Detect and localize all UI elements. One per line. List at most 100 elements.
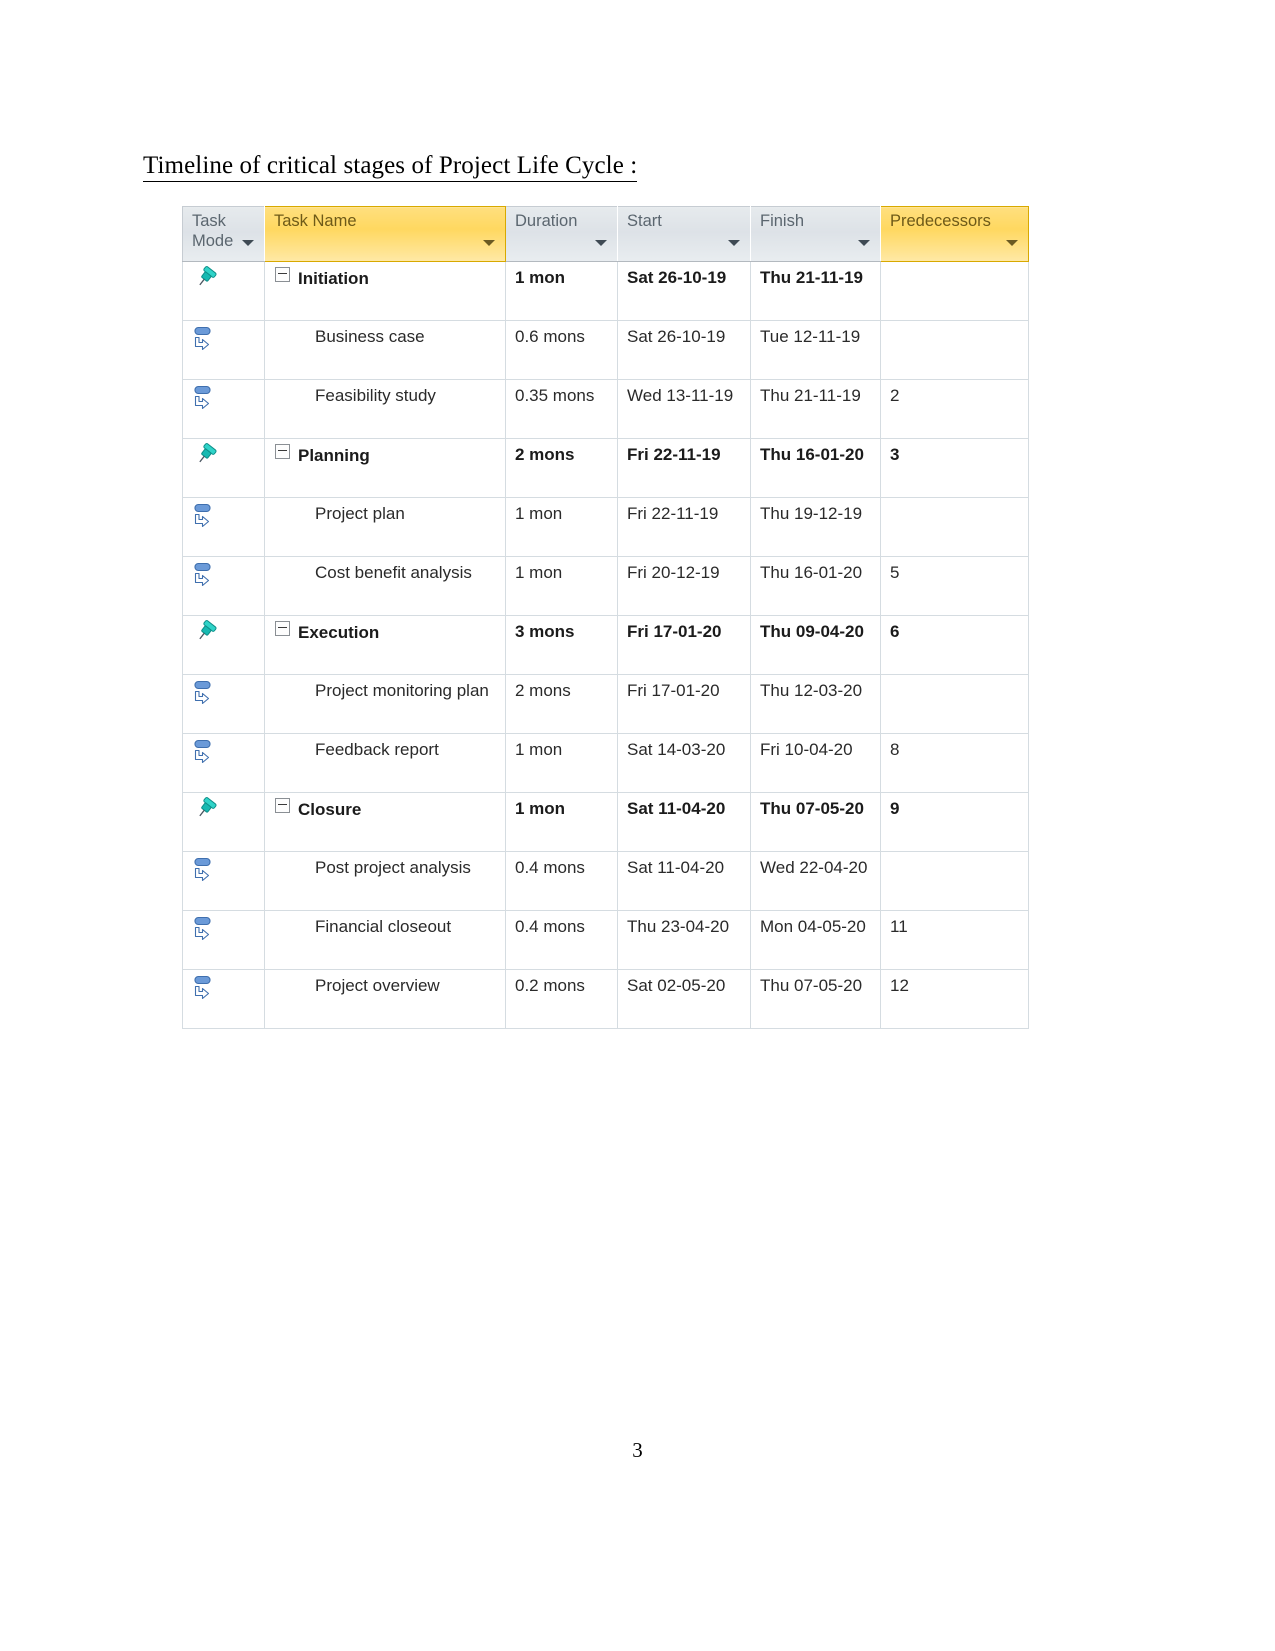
cell-task-mode[interactable] — [182, 497, 265, 557]
cell-task-name[interactable]: Project plan — [264, 497, 506, 557]
cell-task-mode[interactable] — [182, 910, 265, 970]
cell-duration[interactable]: 1 mon — [505, 792, 618, 852]
cell-duration[interactable]: 1 mon — [505, 556, 618, 616]
cell-duration[interactable]: 2 mons — [505, 674, 618, 734]
cell-task-mode[interactable] — [182, 261, 265, 321]
cell-finish[interactable]: Tue 12-11-19 — [750, 320, 881, 380]
filter-dropdown-icon-task-mode[interactable] — [242, 240, 254, 246]
cell-duration[interactable]: 1 mon — [505, 733, 618, 793]
cell-start[interactable]: Sat 14-03-20 — [617, 733, 751, 793]
cell-task-mode[interactable] — [182, 674, 265, 734]
cell-start[interactable]: Sat 11-04-20 — [617, 792, 751, 852]
table-row[interactable]: Project plan 1 mon Fri 22-11-19 Thu 19-12-1… — [182, 497, 1029, 557]
cell-task-mode[interactable] — [182, 320, 265, 380]
cell-finish[interactable]: Mon 04-05-20 — [750, 910, 881, 970]
cell-task-name[interactable]: Financial closeout — [264, 910, 506, 970]
cell-start[interactable]: Fri 22-11-19 — [617, 438, 751, 498]
cell-predecessors[interactable]: 2 — [880, 379, 1029, 439]
cell-duration[interactable]: 0.35 mons — [505, 379, 618, 439]
cell-finish[interactable]: Thu 07-05-20 — [750, 969, 881, 1029]
table-row[interactable]: Cost benefit analysis 1 mon Fri 20-12-19 Th… — [182, 556, 1029, 616]
cell-predecessors[interactable]: 3 — [880, 438, 1029, 498]
cell-duration[interactable]: 0.4 mons — [505, 851, 618, 911]
cell-task-name[interactable]: Cost benefit analysis — [264, 556, 506, 616]
cell-finish[interactable]: Thu 19-12-19 — [750, 497, 881, 557]
cell-task-mode[interactable] — [182, 851, 265, 911]
cell-task-mode[interactable] — [182, 438, 265, 498]
table-row[interactable]: Initiation 1 mon Sat 26-10-19 Thu 21-11-19 — [182, 261, 1029, 321]
cell-start[interactable]: Fri 20-12-19 — [617, 556, 751, 616]
cell-task-mode[interactable] — [182, 615, 265, 675]
filter-dropdown-icon-start[interactable] — [728, 240, 740, 246]
cell-finish[interactable]: Thu 16-01-20 — [750, 556, 881, 616]
cell-task-name[interactable]: Business case — [264, 320, 506, 380]
cell-predecessors[interactable]: 8 — [880, 733, 1029, 793]
cell-finish[interactable]: Thu 07-05-20 — [750, 792, 881, 852]
cell-finish[interactable]: Thu 09-04-20 — [750, 615, 881, 675]
cell-finish[interactable]: Thu 21-11-19 — [750, 261, 881, 321]
table-row[interactable]: Planning 2 mons Fri 22-11-19 Thu 16-01-20 3 — [182, 438, 1029, 498]
cell-task-mode[interactable] — [182, 379, 265, 439]
collapse-toggle-icon[interactable] — [275, 444, 290, 459]
cell-start[interactable]: Sat 26-10-19 — [617, 320, 751, 380]
collapse-toggle-icon[interactable] — [275, 267, 290, 282]
collapse-toggle-icon[interactable] — [275, 621, 290, 636]
cell-duration[interactable]: 2 mons — [505, 438, 618, 498]
cell-predecessors[interactable] — [880, 320, 1029, 380]
cell-task-mode[interactable] — [182, 556, 265, 616]
cell-duration[interactable]: 1 mon — [505, 261, 618, 321]
cell-start[interactable]: Wed 13-11-19 — [617, 379, 751, 439]
table-row[interactable]: Closure 1 mon Sat 11-04-20 Thu 07-05-20 9 — [182, 792, 1029, 852]
table-row[interactable]: Project monitoring plan 2 mons Fri 17-01-2… — [182, 674, 1029, 734]
cell-predecessors[interactable] — [880, 497, 1029, 557]
cell-task-name[interactable]: Feasibility study — [264, 379, 506, 439]
column-header-task-mode[interactable]: Task Mode — [182, 206, 265, 262]
filter-dropdown-icon-finish[interactable] — [858, 240, 870, 246]
cell-task-name[interactable]: Project overview — [264, 969, 506, 1029]
cell-predecessors[interactable] — [880, 851, 1029, 911]
cell-start[interactable]: Sat 02-05-20 — [617, 969, 751, 1029]
cell-finish[interactable]: Wed 22-04-20 — [750, 851, 881, 911]
cell-predecessors[interactable] — [880, 261, 1029, 321]
cell-duration[interactable]: 1 mon — [505, 497, 618, 557]
column-header-duration[interactable]: Duration — [505, 206, 618, 262]
column-header-finish[interactable]: Finish — [750, 206, 881, 262]
cell-task-name[interactable]: Post project analysis — [264, 851, 506, 911]
table-row[interactable]: Feedback report 1 mon Sat 14-03-20 Fri 10-0… — [182, 733, 1029, 793]
cell-predecessors[interactable]: 11 — [880, 910, 1029, 970]
cell-task-name[interactable]: Feedback report — [264, 733, 506, 793]
cell-task-mode[interactable] — [182, 733, 265, 793]
table-row[interactable]: Post project analysis 0.4 mons Sat 11-04-2… — [182, 851, 1029, 911]
cell-duration[interactable]: 0.2 mons — [505, 969, 618, 1029]
column-header-start[interactable]: Start — [617, 206, 751, 262]
cell-duration[interactable]: 0.6 mons — [505, 320, 618, 380]
cell-start[interactable]: Sat 26-10-19 — [617, 261, 751, 321]
column-header-predecessors[interactable]: Predecessors — [880, 206, 1029, 262]
cell-task-name[interactable]: Project monitoring plan — [264, 674, 506, 734]
cell-task-name[interactable]: Planning — [264, 438, 506, 498]
cell-task-mode[interactable] — [182, 792, 265, 852]
cell-finish[interactable]: Fri 10-04-20 — [750, 733, 881, 793]
cell-duration[interactable]: 3 mons — [505, 615, 618, 675]
cell-finish[interactable]: Thu 16-01-20 — [750, 438, 881, 498]
table-row[interactable]: Execution 3 mons Fri 17-01-20 Thu 09-04-20 6 — [182, 615, 1029, 675]
table-row[interactable]: Project overview 0.2 mons Sat 02-05-20 Thu … — [182, 969, 1029, 1029]
cell-predecessors[interactable] — [880, 674, 1029, 734]
cell-task-name[interactable]: Execution — [264, 615, 506, 675]
cell-predecessors[interactable]: 5 — [880, 556, 1029, 616]
cell-start[interactable]: Thu 23-04-20 — [617, 910, 751, 970]
filter-dropdown-icon-task-name[interactable] — [483, 240, 495, 246]
cell-finish[interactable]: Thu 12-03-20 — [750, 674, 881, 734]
table-row[interactable]: Feasibility study 0.35 mons Wed 13-11-19 Th… — [182, 379, 1029, 439]
cell-finish[interactable]: Thu 21-11-19 — [750, 379, 881, 439]
cell-predecessors[interactable]: 6 — [880, 615, 1029, 675]
cell-duration[interactable]: 0.4 mons — [505, 910, 618, 970]
table-row[interactable]: Business case 0.6 mons Sat 26-10-19 Tue 12-… — [182, 320, 1029, 380]
cell-start[interactable]: Fri 17-01-20 — [617, 674, 751, 734]
cell-task-name[interactable]: Initiation — [264, 261, 506, 321]
cell-predecessors[interactable]: 12 — [880, 969, 1029, 1029]
cell-start[interactable]: Sat 11-04-20 — [617, 851, 751, 911]
cell-start[interactable]: Fri 22-11-19 — [617, 497, 751, 557]
cell-start[interactable]: Fri 17-01-20 — [617, 615, 751, 675]
table-row[interactable]: Financial closeout 0.4 mons Thu 23-04-20 Mo… — [182, 910, 1029, 970]
